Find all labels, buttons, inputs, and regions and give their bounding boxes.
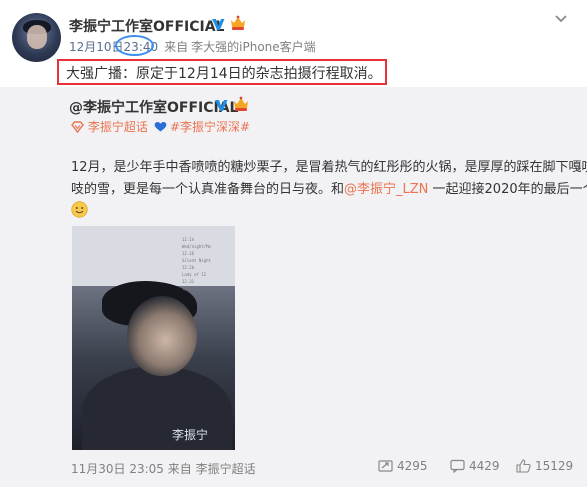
repost-body-line1: 12月，是少年手中香喷喷的糖炒栗子，是冒着热气的红彤彤的火锅，是厚厚的踩在脚下嘎… bbox=[71, 160, 587, 175]
chevron-down-icon[interactable] bbox=[554, 14, 568, 24]
repost-icon[interactable] bbox=[378, 459, 393, 473]
repost-date[interactable]: 11月30日 23:05 bbox=[71, 462, 164, 476]
comment-icon[interactable] bbox=[450, 459, 465, 473]
post-source[interactable]: 李大强的iPhone客户端 bbox=[191, 40, 316, 54]
repost-footer-meta: 11月30日 23:05 来自 李振宁超话 bbox=[71, 460, 256, 477]
verified-v-icon bbox=[215, 100, 228, 111]
repost-count[interactable]: 4295 bbox=[397, 459, 428, 473]
repost-from-label: 来自 bbox=[167, 462, 192, 476]
repost-source[interactable]: 李振宁超话 bbox=[196, 462, 256, 476]
smile-emoji-icon bbox=[71, 201, 88, 218]
hashtag-link[interactable]: #李振宁深深# bbox=[170, 118, 250, 135]
post-meta: 12月10日23:40 来自 李大强的iPhone客户端 bbox=[69, 38, 316, 55]
like-count[interactable]: 15129 bbox=[535, 459, 573, 473]
post-author[interactable]: 李振宁工作室OFFICIAL bbox=[69, 16, 224, 36]
like-icon[interactable] bbox=[516, 459, 531, 473]
verified-v-icon bbox=[212, 19, 225, 30]
time-annotation-circle bbox=[115, 35, 154, 56]
crown-badge-icon[interactable] bbox=[232, 96, 250, 113]
poster-image[interactable]: 12.1h Wed/night/Mo 12.16 Silent Night 12… bbox=[72, 226, 235, 450]
from-label: 来自 bbox=[164, 40, 189, 54]
blue-heart-icon bbox=[154, 122, 167, 132]
crown-badge-icon[interactable] bbox=[229, 15, 247, 32]
post-text: 大强广播：原定于12月14日的杂志拍摄行程取消。 bbox=[66, 66, 382, 82]
repost-body-line2: 吱的雪，更是每一个认真准备舞台的日与夜。和@李振宁_LZN 一起迎接2020年的… bbox=[71, 182, 587, 197]
comment-count[interactable]: 4429 bbox=[469, 459, 500, 473]
super-topic-link[interactable]: 李振宁超话 bbox=[71, 118, 148, 135]
mention-link[interactable]: @李振宁_LZN bbox=[344, 182, 428, 197]
super-topic-label: 李振宁超话 bbox=[87, 120, 148, 134]
poster-name: 李振宁 bbox=[172, 428, 209, 442]
poster-notes: 12.1h Wed/night/Mo 12.16 Silent Night 12… bbox=[182, 237, 211, 291]
avatar[interactable] bbox=[12, 13, 61, 62]
super-topic-icon bbox=[71, 121, 84, 133]
